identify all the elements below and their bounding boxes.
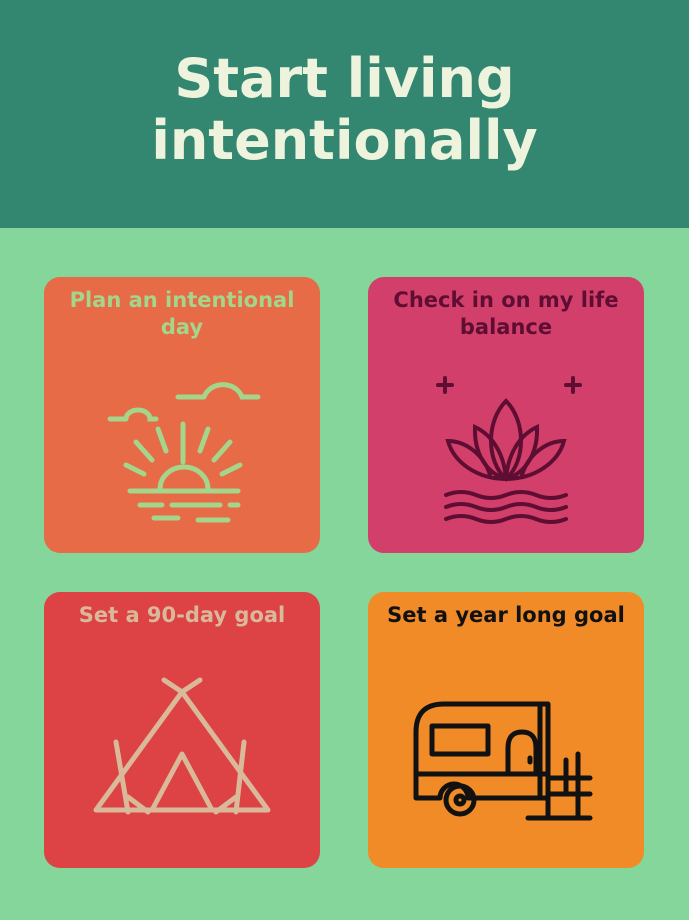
- card-check-life-balance[interactable]: Check in on my life balance: [368, 277, 644, 553]
- lotus-icon: [436, 376, 582, 524]
- title-line-1: Start living: [174, 47, 515, 110]
- title-line-2: intentionally: [151, 109, 538, 172]
- tent-icon: [93, 677, 271, 815]
- header-banner: Start living intentionally: [0, 0, 689, 228]
- card-year-long-goal[interactable]: Set a year long goal: [368, 592, 644, 868]
- card-90-day-goal[interactable]: Set a 90-day goal: [44, 592, 320, 868]
- sunset-icon: [107, 382, 261, 523]
- card-plan-intentional-day[interactable]: Plan an intentional day: [44, 277, 320, 553]
- camper-trailer-icon: [413, 701, 593, 821]
- page-title: Start living intentionally: [0, 48, 689, 172]
